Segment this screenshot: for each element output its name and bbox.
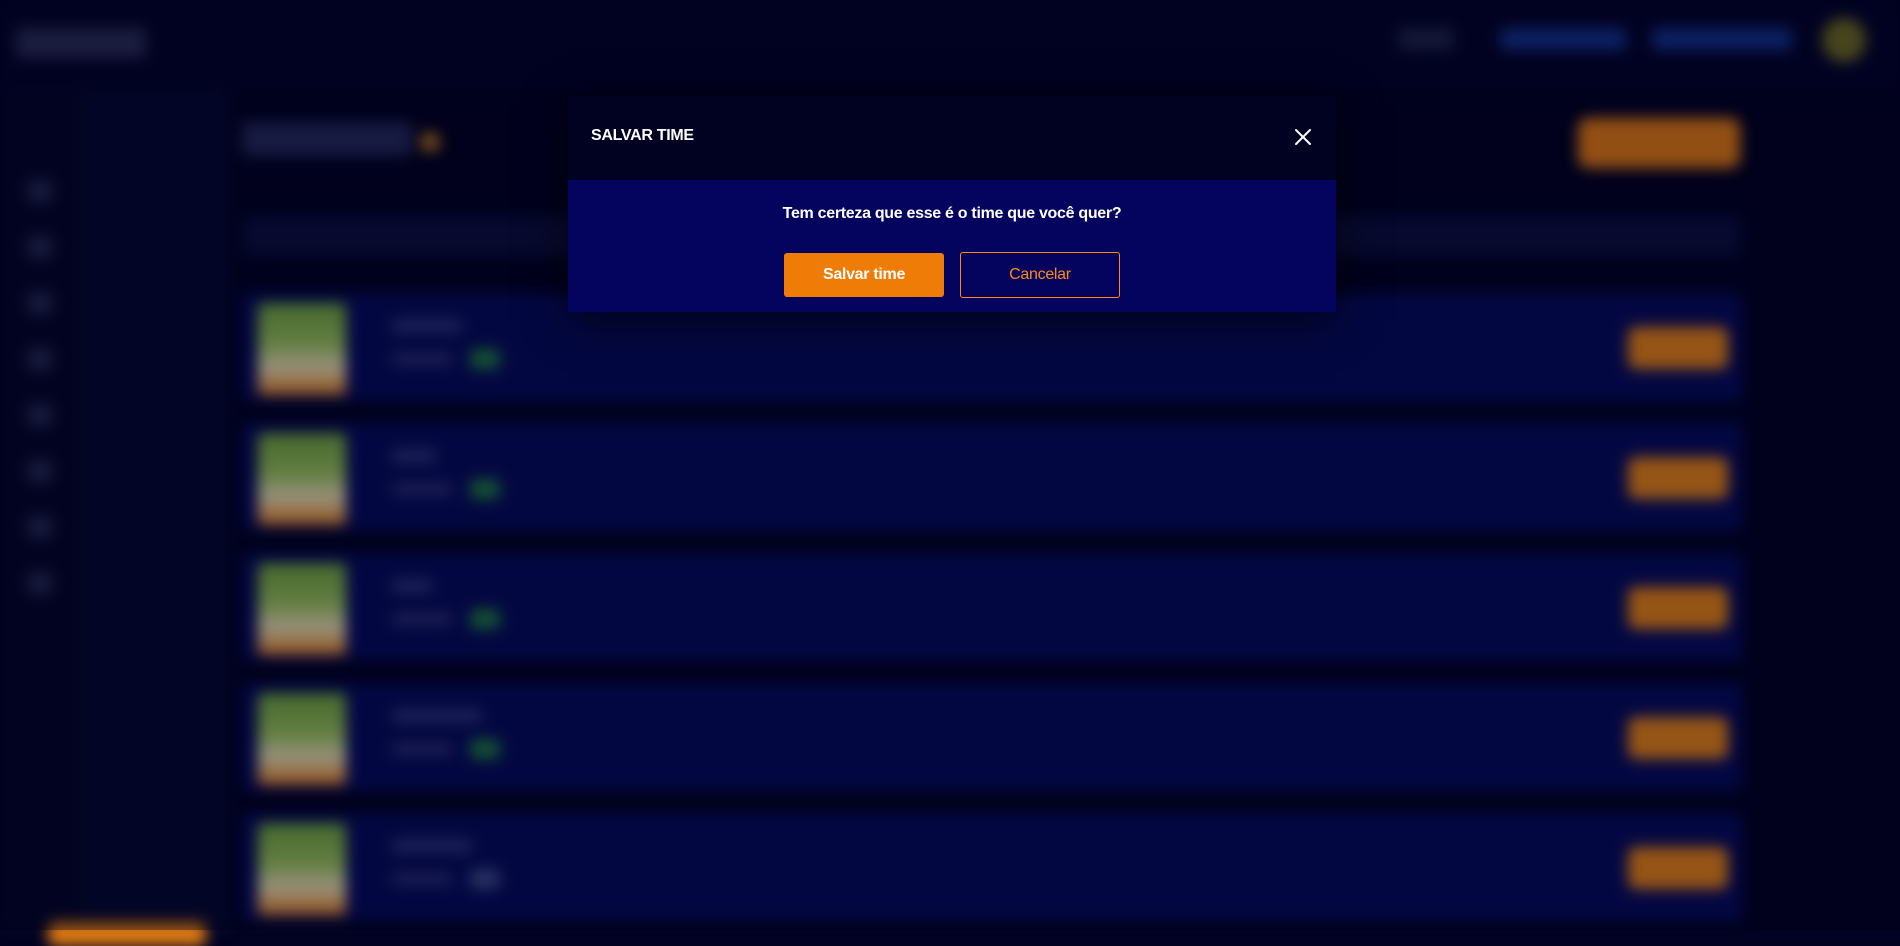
close-icon <box>1295 129 1311 145</box>
modal-title: SALVAR TIME <box>591 127 694 144</box>
modal-header: SALVAR TIME <box>568 96 1336 180</box>
save-team-button[interactable]: Salvar time <box>784 253 944 297</box>
save-team-modal: SALVAR TIME Tem certeza que esse é o tim… <box>568 96 1336 312</box>
confirmation-question: Tem certeza que esse é o time que você q… <box>782 205 1122 222</box>
close-button[interactable] <box>1290 124 1316 150</box>
cancel-button[interactable]: Cancelar <box>960 252 1120 298</box>
